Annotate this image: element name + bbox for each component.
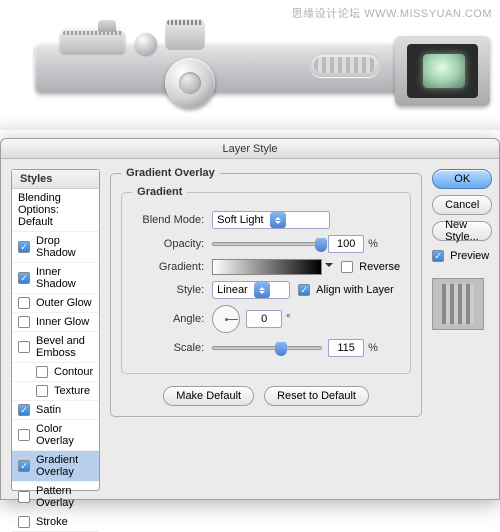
- style-checkbox[interactable]: [18, 516, 30, 528]
- reverse-label: Reverse: [359, 261, 400, 273]
- sidebar-item-pattern-overlay[interactable]: Pattern Overlay: [12, 482, 99, 513]
- sidebar-item-label: Inner Shadow: [36, 266, 93, 290]
- sidebar-item-bevel-and-emboss[interactable]: Bevel and Emboss: [12, 332, 99, 363]
- preview-checkbox[interactable]: [432, 250, 444, 262]
- camera-illustration: [35, 18, 480, 93]
- group-title: Gradient Overlay: [121, 167, 220, 179]
- sidebar-item-label: Satin: [36, 404, 61, 416]
- opacity-slider[interactable]: [212, 242, 322, 246]
- sidebar-item-label: Contour: [54, 366, 93, 378]
- angle-label: Angle:: [132, 313, 204, 325]
- chevron-down-icon[interactable]: [325, 263, 333, 271]
- style-checkbox[interactable]: [18, 316, 30, 328]
- sidebar-item-label: Pattern Overlay: [36, 485, 93, 509]
- style-checkbox[interactable]: [18, 429, 30, 441]
- style-checkbox[interactable]: [18, 272, 30, 284]
- angle-value[interactable]: 0: [246, 310, 282, 328]
- style-label: Style:: [132, 284, 204, 296]
- reverse-checkbox[interactable]: [341, 261, 353, 273]
- sidebar-item-label: Stroke: [36, 516, 68, 528]
- options-panel: Gradient Overlay Gradient Blend Mode: So…: [100, 169, 432, 491]
- sidebar-item-inner-glow[interactable]: Inner Glow: [12, 313, 99, 332]
- style-checkbox[interactable]: [18, 241, 30, 253]
- scale-value[interactable]: 115: [328, 339, 364, 357]
- sidebar-item-stroke[interactable]: Stroke: [12, 513, 99, 532]
- subgroup-title: Gradient: [132, 186, 187, 198]
- align-checkbox[interactable]: [298, 284, 310, 296]
- preview-label: Preview: [450, 250, 489, 262]
- gradient-label: Gradient:: [132, 261, 204, 273]
- preview-thumbnail: [432, 278, 484, 330]
- sidebar-header[interactable]: Styles: [12, 170, 99, 189]
- style-checkbox[interactable]: [18, 491, 30, 503]
- sidebar-blending-options[interactable]: Blending Options: Default: [12, 189, 99, 232]
- blend-mode-label: Blend Mode:: [132, 214, 204, 226]
- gradient-swatch[interactable]: [212, 259, 322, 275]
- align-label: Align with Layer: [316, 284, 394, 296]
- angle-dial[interactable]: [212, 305, 240, 333]
- opacity-label: Opacity:: [132, 238, 204, 250]
- opacity-value[interactable]: 100: [328, 235, 364, 253]
- chevron-updown-icon: [254, 282, 270, 298]
- styles-sidebar: Styles Blending Options: Default Drop Sh…: [11, 169, 100, 491]
- style-select[interactable]: Linear: [212, 281, 290, 299]
- sidebar-item-texture[interactable]: Texture: [12, 382, 99, 401]
- sidebar-item-drop-shadow[interactable]: Drop Shadow: [12, 232, 99, 263]
- make-default-button[interactable]: Make Default: [163, 386, 254, 406]
- dialog-title: Layer Style: [1, 139, 499, 159]
- dialog-right-column: OK Cancel New Style... Preview: [432, 169, 492, 491]
- sidebar-item-satin[interactable]: Satin: [12, 401, 99, 420]
- sidebar-item-contour[interactable]: Contour: [12, 363, 99, 382]
- sidebar-item-label: Texture: [54, 385, 90, 397]
- style-checkbox[interactable]: [18, 297, 30, 309]
- layer-style-dialog: Layer Style Styles Blending Options: Def…: [0, 138, 500, 500]
- watermark: 思缘设计论坛 WWW.MISSYUAN.COM: [292, 5, 492, 21]
- new-style-button[interactable]: New Style...: [432, 221, 492, 241]
- scale-label: Scale:: [132, 342, 204, 354]
- sidebar-item-label: Inner Glow: [36, 316, 89, 328]
- ok-button[interactable]: OK: [432, 169, 492, 189]
- sidebar-item-label: Drop Shadow: [36, 235, 93, 259]
- sidebar-item-inner-shadow[interactable]: Inner Shadow: [12, 263, 99, 294]
- sidebar-item-label: Color Overlay: [36, 423, 93, 447]
- sidebar-item-outer-glow[interactable]: Outer Glow: [12, 294, 99, 313]
- scale-slider[interactable]: [212, 346, 322, 350]
- reset-default-button[interactable]: Reset to Default: [264, 386, 369, 406]
- sidebar-item-label: Gradient Overlay: [36, 454, 93, 478]
- style-checkbox[interactable]: [18, 460, 30, 472]
- style-checkbox[interactable]: [36, 366, 48, 378]
- gradient-overlay-group: Gradient Overlay Gradient Blend Mode: So…: [110, 173, 422, 417]
- style-checkbox[interactable]: [18, 341, 30, 353]
- sidebar-item-label: Bevel and Emboss: [36, 335, 93, 359]
- sidebar-item-color-overlay[interactable]: Color Overlay: [12, 420, 99, 451]
- blend-mode-select[interactable]: Soft Light: [212, 211, 330, 229]
- sidebar-item-gradient-overlay[interactable]: Gradient Overlay: [12, 451, 99, 482]
- style-checkbox[interactable]: [36, 385, 48, 397]
- sidebar-item-label: Outer Glow: [36, 297, 92, 309]
- chevron-updown-icon: [270, 212, 286, 228]
- cancel-button[interactable]: Cancel: [432, 195, 492, 215]
- style-checkbox[interactable]: [18, 404, 30, 416]
